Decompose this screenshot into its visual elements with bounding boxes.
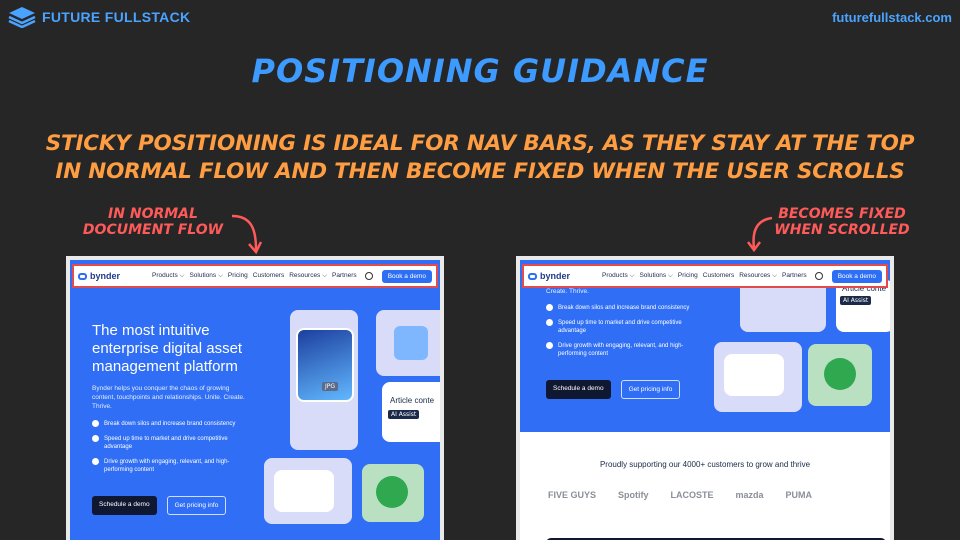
logo-mazda: mazda bbox=[735, 490, 764, 500]
brand-name: FUTURE FULLSTACK bbox=[42, 9, 191, 25]
nav-solutions[interactable]: Solutions ⌵ bbox=[639, 272, 672, 280]
bynder-name: bynder bbox=[540, 271, 571, 281]
annotation-right-line-1: BECOMES FIXED bbox=[778, 206, 906, 222]
bynder-name: bynder bbox=[90, 271, 121, 281]
globe-icon[interactable] bbox=[364, 272, 373, 280]
search-icon bbox=[394, 326, 428, 360]
palette-inner bbox=[274, 470, 334, 512]
customers-section bbox=[520, 432, 890, 540]
article-title: Article conte bbox=[390, 396, 435, 405]
hero-section: bynder Products ⌵ Solutions ⌵ Pricing Cu… bbox=[70, 260, 440, 540]
annotation-left-line-1: IN NORMAL bbox=[108, 206, 198, 222]
list-item: Speed up time to market and drive compet… bbox=[546, 319, 696, 335]
curved-arrow-icon bbox=[747, 216, 773, 253]
logo-puma: PUMA bbox=[785, 490, 813, 500]
nav-products[interactable]: Products ⌵ bbox=[152, 272, 184, 280]
bullet-text: Drive growth with engaging, relevant, an… bbox=[558, 343, 684, 357]
annotation-left-line-2: DOCUMENT FLOW bbox=[82, 222, 224, 238]
navbar: bynder Products ⌵ Solutions ⌵ Pricing Cu… bbox=[522, 264, 888, 288]
check-icon bbox=[546, 319, 553, 326]
hero-body-tail: Create. Thrive. bbox=[546, 288, 589, 295]
pricing-button[interactable]: Get pricing info bbox=[166, 496, 227, 515]
layers-icon bbox=[8, 7, 36, 28]
nav-partners[interactable]: Partners bbox=[332, 272, 357, 280]
bullet-text: Drive growth with engaging, relevant, an… bbox=[104, 459, 230, 473]
customers-headline: Proudly supporting our 4000+ customers t… bbox=[599, 460, 811, 469]
nav-pricing[interactable]: Pricing bbox=[228, 272, 248, 280]
site-url: futurefullstack.com bbox=[832, 10, 952, 25]
logo-five-guys: FIVE GUYS bbox=[548, 490, 597, 500]
ai-assist-tag: AI Assist bbox=[840, 296, 872, 305]
bullet-text: Speed up time to market and drive compet… bbox=[558, 320, 682, 334]
list-item: Speed up time to market and drive compet… bbox=[92, 435, 242, 451]
nav-links: Products ⌵ Solutions ⌵ Pricing Customers… bbox=[144, 272, 365, 280]
check-circle-icon bbox=[376, 476, 408, 508]
hero-body: Bynder helps you conquer the chaos of gr… bbox=[92, 385, 245, 410]
nav-partners[interactable]: Partners bbox=[782, 272, 807, 280]
book-demo-button[interactable]: Book a demo bbox=[381, 269, 432, 283]
check-icon bbox=[92, 420, 99, 427]
screenshot-normal-flow: bynder Products ⌵ Solutions ⌵ Pricing Cu… bbox=[66, 256, 444, 540]
subtitle-line-2: IN NORMAL FLOW AND THEN BECOME FIXED WHE… bbox=[55, 159, 905, 184]
nav-resources[interactable]: Resources ⌵ bbox=[289, 272, 327, 280]
check-circle-icon bbox=[824, 358, 856, 390]
logo-spotify: Spotify bbox=[618, 490, 649, 500]
list-item: Drive growth with engaging, relevant, an… bbox=[546, 342, 696, 358]
nav-links: Products ⌵ Solutions ⌵ Pricing Customers… bbox=[594, 272, 815, 280]
annotation-left: IN NORMAL DOCUMENT FLOW bbox=[78, 206, 228, 238]
bullet-text: Speed up time to market and drive compet… bbox=[104, 436, 228, 450]
list-item: Break down silos and increase brand cons… bbox=[92, 420, 242, 428]
navbar: bynder Products ⌵ Solutions ⌵ Pricing Cu… bbox=[72, 264, 438, 288]
bynder-logo[interactable]: bynder bbox=[78, 271, 144, 281]
slide-subtitle: STICKY POSITIONING IS IDEAL FOR NAV BARS… bbox=[20, 130, 940, 186]
annotation-right: BECOMES FIXED WHEN SCROLLED bbox=[764, 206, 920, 238]
check-icon bbox=[92, 458, 99, 465]
check-icon bbox=[546, 304, 553, 311]
customer-logos: FIVE GUYS Spotify LACOSTE mazda PUMA bbox=[548, 490, 812, 500]
hero-heading: The most intuitive enterprise digital as… bbox=[92, 322, 243, 375]
annotation-right-line-2: WHEN SCROLLED bbox=[774, 222, 910, 238]
list-item: Break down silos and increase brand cons… bbox=[546, 304, 696, 312]
nav-pricing[interactable]: Pricing bbox=[678, 272, 698, 280]
list-item: Drive growth with engaging, relevant, an… bbox=[92, 458, 242, 474]
brand-logo: FUTURE FULLSTACK bbox=[8, 6, 190, 28]
palette-inner bbox=[724, 354, 784, 396]
nav-customers[interactable]: Customers bbox=[253, 272, 284, 280]
nav-products[interactable]: Products ⌵ bbox=[602, 272, 634, 280]
nav-resources[interactable]: Resources ⌵ bbox=[739, 272, 777, 280]
check-icon bbox=[92, 435, 99, 442]
pricing-button[interactable]: Get pricing info bbox=[620, 380, 681, 399]
subtitle-line-1: STICKY POSITIONING IS IDEAL FOR NAV BARS… bbox=[45, 131, 915, 156]
nav-customers[interactable]: Customers bbox=[703, 272, 734, 280]
logo-lacoste: LACOSTE bbox=[670, 490, 714, 500]
book-demo-button[interactable]: Book a demo bbox=[831, 269, 882, 283]
bynder-mark-icon bbox=[528, 272, 537, 280]
curved-arrow-icon bbox=[231, 214, 263, 255]
bynder-logo[interactable]: bynder bbox=[528, 271, 594, 281]
hero-buttons: Schedule a demo Get pricing info bbox=[546, 380, 681, 399]
globe-icon[interactable] bbox=[814, 272, 823, 280]
schedule-demo-button[interactable]: Schedule a demo bbox=[92, 496, 157, 515]
schedule-demo-button[interactable]: Schedule a demo bbox=[546, 380, 611, 399]
nav-solutions[interactable]: Solutions ⌵ bbox=[189, 272, 222, 280]
slide-title: POSITIONING GUIDANCE bbox=[251, 52, 709, 90]
ai-assist-tag: AI Assist bbox=[388, 410, 420, 419]
check-icon bbox=[546, 342, 553, 349]
feature-list: Break down silos and increase brand cons… bbox=[546, 304, 696, 365]
hero-buttons: Schedule a demo Get pricing info bbox=[92, 496, 227, 515]
bullet-text: Break down silos and increase brand cons… bbox=[558, 305, 690, 311]
feature-list: Break down silos and increase brand cons… bbox=[92, 420, 242, 481]
bynder-mark-icon bbox=[78, 272, 87, 280]
jpg-label: JPG bbox=[322, 382, 339, 391]
bullet-text: Break down silos and increase brand cons… bbox=[104, 421, 236, 427]
screenshot-scrolled: bynder Products ⌵ Solutions ⌵ Pricing Cu… bbox=[516, 256, 894, 540]
